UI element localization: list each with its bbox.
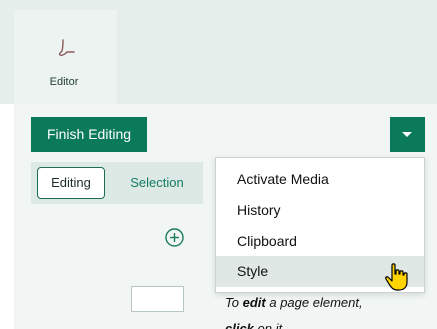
editor-pen-icon: [58, 39, 75, 56]
menu-item-activate-media[interactable]: Activate Media: [216, 164, 424, 195]
hand-pointer-icon: [385, 263, 408, 291]
editing-mode-button[interactable]: Editing: [37, 167, 105, 199]
edit-hint-text: To edit a page element, click on it.: [225, 290, 415, 329]
add-circle-icon[interactable]: [164, 227, 185, 248]
editor-tab-label: Editor: [49, 76, 79, 88]
ribbon-bar: Editor: [0, 0, 437, 104]
selection-mode-button[interactable]: Selection: [117, 167, 197, 199]
menu-item-clipboard[interactable]: Clipboard: [216, 226, 424, 257]
empty-page-element[interactable]: [131, 286, 184, 312]
caret-down-icon: [402, 132, 412, 137]
hint-end: on it.: [257, 321, 286, 329]
hint-edit: edit: [242, 295, 266, 310]
hint-middle: a page element,: [269, 295, 363, 310]
menu-item-history[interactable]: History: [216, 195, 424, 226]
mode-toggle: Editing Selection: [31, 162, 203, 204]
more-options-button[interactable]: [390, 117, 425, 152]
hint-click: click: [225, 321, 254, 329]
editor-tab[interactable]: Editor: [14, 10, 117, 104]
finish-editing-button[interactable]: Finish Editing: [31, 117, 147, 152]
hint-to: To: [225, 295, 239, 310]
